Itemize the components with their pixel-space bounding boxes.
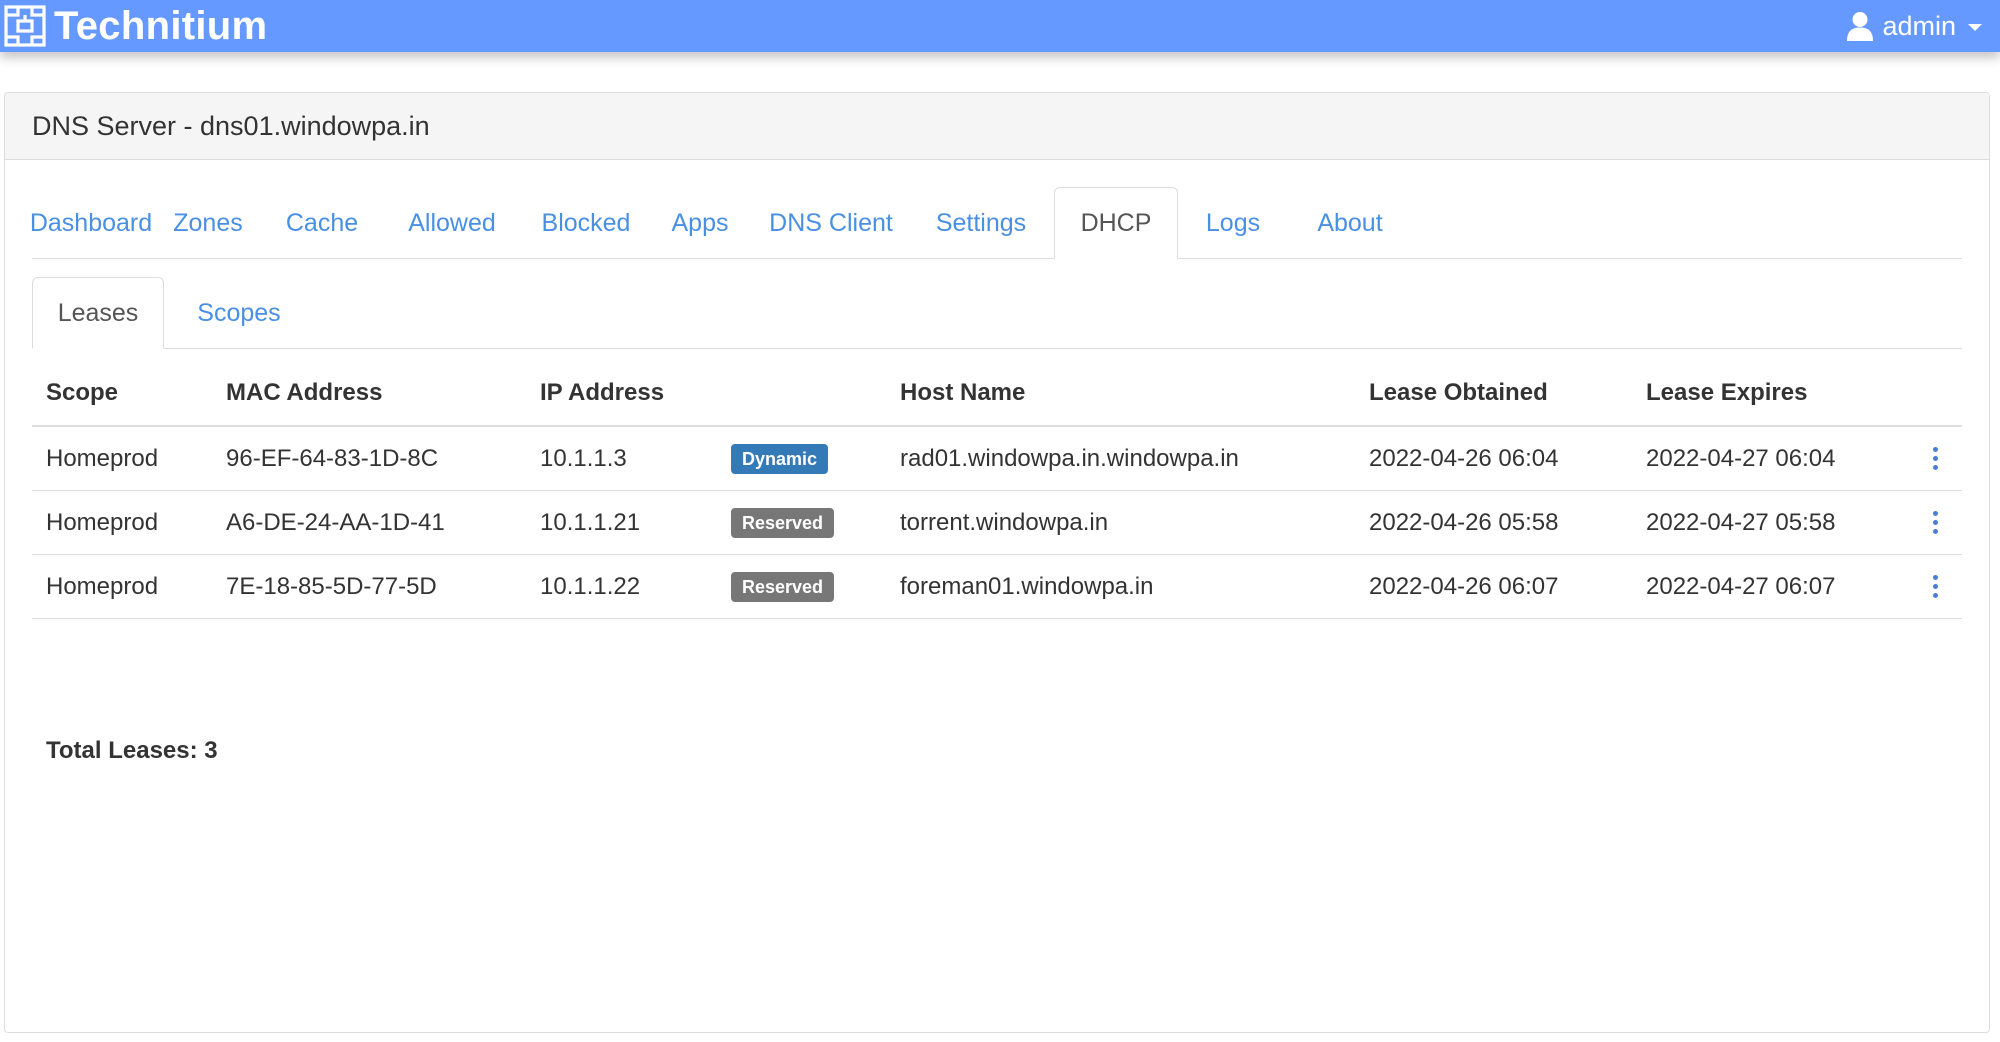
- cell-ip-address: 10.1.1.21: [540, 508, 641, 536]
- total-leases: Total Leases: 3: [46, 737, 218, 764]
- cell-lease-type: Reserved: [731, 491, 835, 554]
- kebab-menu-icon: [1932, 447, 1938, 470]
- row-menu-button[interactable]: [1925, 555, 1945, 618]
- tab-cache[interactable]: Cache: [266, 187, 378, 259]
- cell-lease-expires: 2022-04-27 06:07: [1646, 572, 1836, 600]
- tab-zones[interactable]: Zones: [150, 187, 266, 259]
- table-row: Homeprod 96-EF-64-83-1D-8C 10.1.1.3 Dyna…: [32, 427, 1962, 491]
- panel-title: DNS Server - dns01.windowpa.in: [32, 110, 430, 141]
- cell-host-name: torrent.windowpa.in: [900, 508, 1109, 536]
- table-row: Homeprod A6-DE-24-AA-1D-41 10.1.1.21 Res…: [32, 491, 1962, 555]
- tab-allowed[interactable]: Allowed: [378, 187, 526, 259]
- cell-scope: Homeprod: [46, 572, 159, 600]
- cell-lease-type: Dynamic: [731, 427, 829, 490]
- cell-scope: Homeprod: [46, 508, 159, 536]
- tab-about[interactable]: About: [1288, 187, 1412, 259]
- header-scope: Scope: [46, 379, 119, 406]
- kebab-menu-icon: [1932, 511, 1938, 534]
- cell-mac-address: 96-EF-64-83-1D-8C: [226, 444, 439, 472]
- header-lease-expires: Lease Expires: [1646, 379, 1808, 406]
- dhcp-sub-tabs: Leases Scopes: [32, 277, 1962, 349]
- cell-lease-expires: 2022-04-27 05:58: [1646, 508, 1836, 536]
- main-tabs: Dashboard Zones Cache Allowed Blocked Ap…: [30, 187, 1962, 259]
- dns-server-panel: DNS Server - dns01.windowpa.in Dashboard…: [4, 92, 1990, 1033]
- cell-lease-obtained: 2022-04-26 05:58: [1369, 508, 1559, 536]
- cell-mac-address: 7E-18-85-5D-77-5D: [226, 572, 437, 600]
- table-row: Homeprod 7E-18-85-5D-77-5D 10.1.1.22 Res…: [32, 555, 1962, 619]
- tab-apps[interactable]: Apps: [646, 187, 754, 259]
- tab-logs[interactable]: Logs: [1178, 187, 1288, 259]
- kebab-menu-icon: [1932, 575, 1938, 598]
- lease-type-badge: Dynamic: [731, 443, 829, 474]
- tab-blocked[interactable]: Blocked: [526, 187, 646, 259]
- cell-host-name: foreman01.windowpa.in: [900, 572, 1154, 600]
- cell-mac-address: A6-DE-24-AA-1D-41: [226, 508, 445, 536]
- caret-down-icon: [1968, 23, 1982, 31]
- header-ip-address: IP Address: [540, 379, 665, 406]
- panel-heading: DNS Server - dns01.windowpa.in: [5, 93, 1989, 160]
- cell-lease-obtained: 2022-04-26 06:07: [1369, 572, 1559, 600]
- cell-lease-expires: 2022-04-27 06:04: [1646, 444, 1836, 472]
- header-host-name: Host Name: [900, 379, 1026, 406]
- table-header: Scope MAC Address IP Address Host Name L…: [32, 361, 1962, 427]
- brand[interactable]: Technitium: [4, 3, 267, 49]
- row-menu-button[interactable]: [1925, 427, 1945, 490]
- tab-settings[interactable]: Settings: [908, 187, 1054, 259]
- tab-leases[interactable]: Leases: [32, 277, 164, 349]
- tab-dashboard[interactable]: Dashboard: [30, 187, 152, 259]
- cell-lease-type: Reserved: [731, 555, 835, 618]
- header-lease-obtained: Lease Obtained: [1369, 379, 1548, 406]
- user-name: admin: [1882, 11, 1956, 41]
- technitium-logo-icon: [4, 5, 46, 47]
- tab-dhcp[interactable]: DHCP: [1054, 187, 1178, 259]
- cell-ip-address: 10.1.1.3: [540, 444, 627, 472]
- user-icon: [1847, 12, 1874, 41]
- cell-ip-address: 10.1.1.22: [540, 572, 641, 600]
- row-menu-button[interactable]: [1925, 491, 1945, 554]
- brand-name: Technitium: [54, 4, 268, 48]
- tab-scopes[interactable]: Scopes: [164, 277, 314, 349]
- cell-lease-obtained: 2022-04-26 06:04: [1369, 444, 1559, 472]
- cell-scope: Homeprod: [46, 444, 159, 472]
- top-navbar: Technitium admin: [0, 0, 2000, 52]
- user-menu[interactable]: admin: [1846, 8, 1982, 44]
- leases-table: Scope MAC Address IP Address Host Name L…: [32, 361, 1962, 619]
- lease-type-badge: Reserved: [731, 571, 835, 602]
- cell-host-name: rad01.windowpa.in.windowpa.in: [900, 444, 1239, 472]
- header-mac-address: MAC Address: [226, 379, 383, 406]
- tab-dns-client[interactable]: DNS Client: [754, 187, 908, 259]
- lease-type-badge: Reserved: [731, 507, 835, 538]
